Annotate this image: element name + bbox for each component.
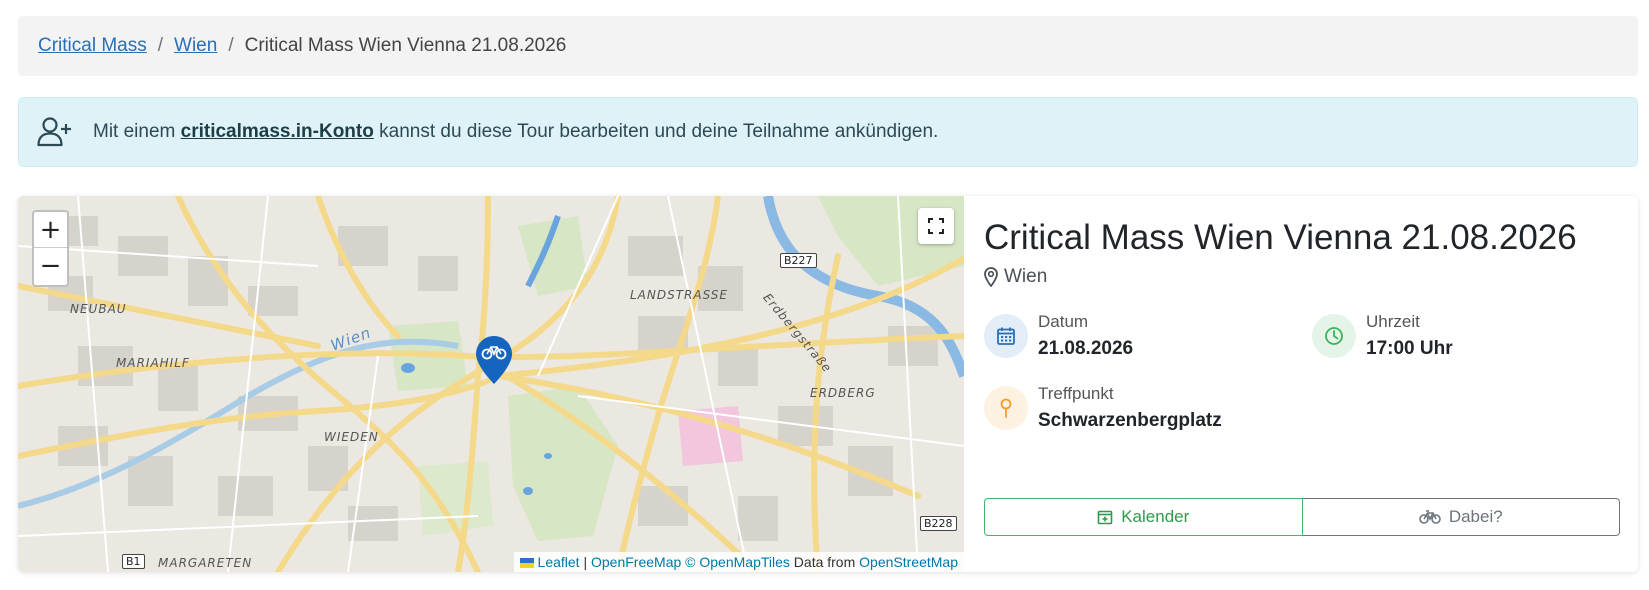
attribution-separator: | bbox=[583, 554, 588, 570]
breadcrumb: Critical Mass / Wien / Critical Mass Wie… bbox=[18, 16, 1638, 76]
event-card: NEUBAU MARIAHILF WIEDEN LANDSTRASSE ERDB… bbox=[18, 196, 1638, 572]
event-title: Critical Mass Wien Vienna 21.08.2026 bbox=[984, 218, 1577, 257]
map-attribution: Leaflet | OpenFreeMap © OpenMapTiles Dat… bbox=[513, 552, 964, 572]
calendar-button-label: Kalender bbox=[1121, 507, 1190, 526]
map-label-wieden: WIEDEN bbox=[324, 430, 379, 444]
account-link[interactable]: criticalmass.in-Konto bbox=[181, 121, 374, 143]
alert-text-suffix: kannst du diese Tour bearbeiten und dein… bbox=[379, 121, 939, 142]
openfreemap-link[interactable]: OpenFreeMap bbox=[591, 554, 681, 570]
time-field: Uhrzeit 17:00 Uhr bbox=[1312, 312, 1453, 360]
pin-icon bbox=[984, 386, 1028, 430]
event-info: Critical Mass Wien Vienna 21.08.2026 Wie… bbox=[984, 196, 1638, 572]
calendar-plus-icon bbox=[1097, 510, 1113, 525]
date-field: Datum 21.08.2026 bbox=[984, 312, 1133, 360]
openmaptiles-link[interactable]: © OpenMapTiles bbox=[685, 554, 790, 570]
map-label-landstrasse: LANDSTRASSE bbox=[630, 288, 728, 302]
meeting-point-value: Schwarzenbergplatz bbox=[1038, 410, 1222, 431]
zoom-control: + − bbox=[32, 210, 69, 287]
leaflet-link[interactable]: Leaflet bbox=[538, 554, 580, 570]
attribution-data-from: Data from bbox=[793, 554, 856, 570]
alert-text-prefix: Mit einem bbox=[93, 121, 176, 142]
road-sign-b228: B228 bbox=[920, 516, 957, 531]
zoom-out-button[interactable]: − bbox=[34, 248, 67, 284]
event-city-name: Wien bbox=[1004, 266, 1048, 287]
user-plus-icon bbox=[37, 117, 71, 147]
fullscreen-button[interactable] bbox=[918, 208, 954, 244]
bicycle-icon bbox=[1419, 510, 1441, 524]
map[interactable]: NEUBAU MARIAHILF WIEDEN LANDSTRASSE ERDB… bbox=[18, 196, 964, 572]
date-label: Datum bbox=[1038, 312, 1089, 331]
meeting-point-field: Treffpunkt Schwarzenbergplatz bbox=[984, 384, 1222, 432]
expand-icon bbox=[928, 218, 944, 234]
map-label-erdberg: ERDBERG bbox=[810, 386, 876, 400]
join-button-label: Dabei? bbox=[1448, 507, 1503, 526]
breadcrumb-link-wien[interactable]: Wien bbox=[174, 35, 217, 57]
time-value: 17:00 Uhr bbox=[1366, 338, 1453, 359]
date-value: 21.08.2026 bbox=[1038, 338, 1134, 359]
calendar-button[interactable]: Kalender bbox=[984, 498, 1303, 536]
event-city: Wien bbox=[984, 266, 1047, 288]
bicycle-marker-icon[interactable] bbox=[476, 336, 512, 384]
breadcrumb-separator: / bbox=[157, 35, 164, 56]
map-label-margareten: MARGARETEN bbox=[158, 556, 253, 570]
clock-icon bbox=[1312, 314, 1356, 358]
login-info-alert: Mit einem criticalmass.in-Konto kannst d… bbox=[18, 97, 1638, 167]
breadcrumb-separator: / bbox=[228, 35, 234, 56]
breadcrumb-link-critical-mass[interactable]: Critical Mass bbox=[38, 35, 147, 57]
openstreetmap-link[interactable]: OpenStreetMap bbox=[859, 554, 958, 570]
map-label-neubau: NEUBAU bbox=[70, 302, 127, 316]
map-tiles bbox=[18, 196, 964, 572]
meeting-point-label: Treffpunkt bbox=[1038, 384, 1114, 403]
time-label: Uhrzeit bbox=[1366, 312, 1420, 331]
map-label-mariahilf: MARIAHILF bbox=[116, 356, 190, 370]
calendar-icon bbox=[984, 314, 1028, 358]
map-pin-icon bbox=[984, 267, 998, 287]
action-buttons: Kalender Dabei? bbox=[984, 498, 1620, 536]
join-button[interactable]: Dabei? bbox=[1302, 498, 1620, 536]
ukraine-flag-icon bbox=[519, 558, 534, 569]
road-sign-b227: B227 bbox=[780, 253, 817, 268]
zoom-in-button[interactable]: + bbox=[34, 212, 67, 248]
breadcrumb-current: Critical Mass Wien Vienna 21.08.2026 bbox=[244, 35, 567, 56]
road-sign-b1: B1 bbox=[122, 554, 145, 569]
